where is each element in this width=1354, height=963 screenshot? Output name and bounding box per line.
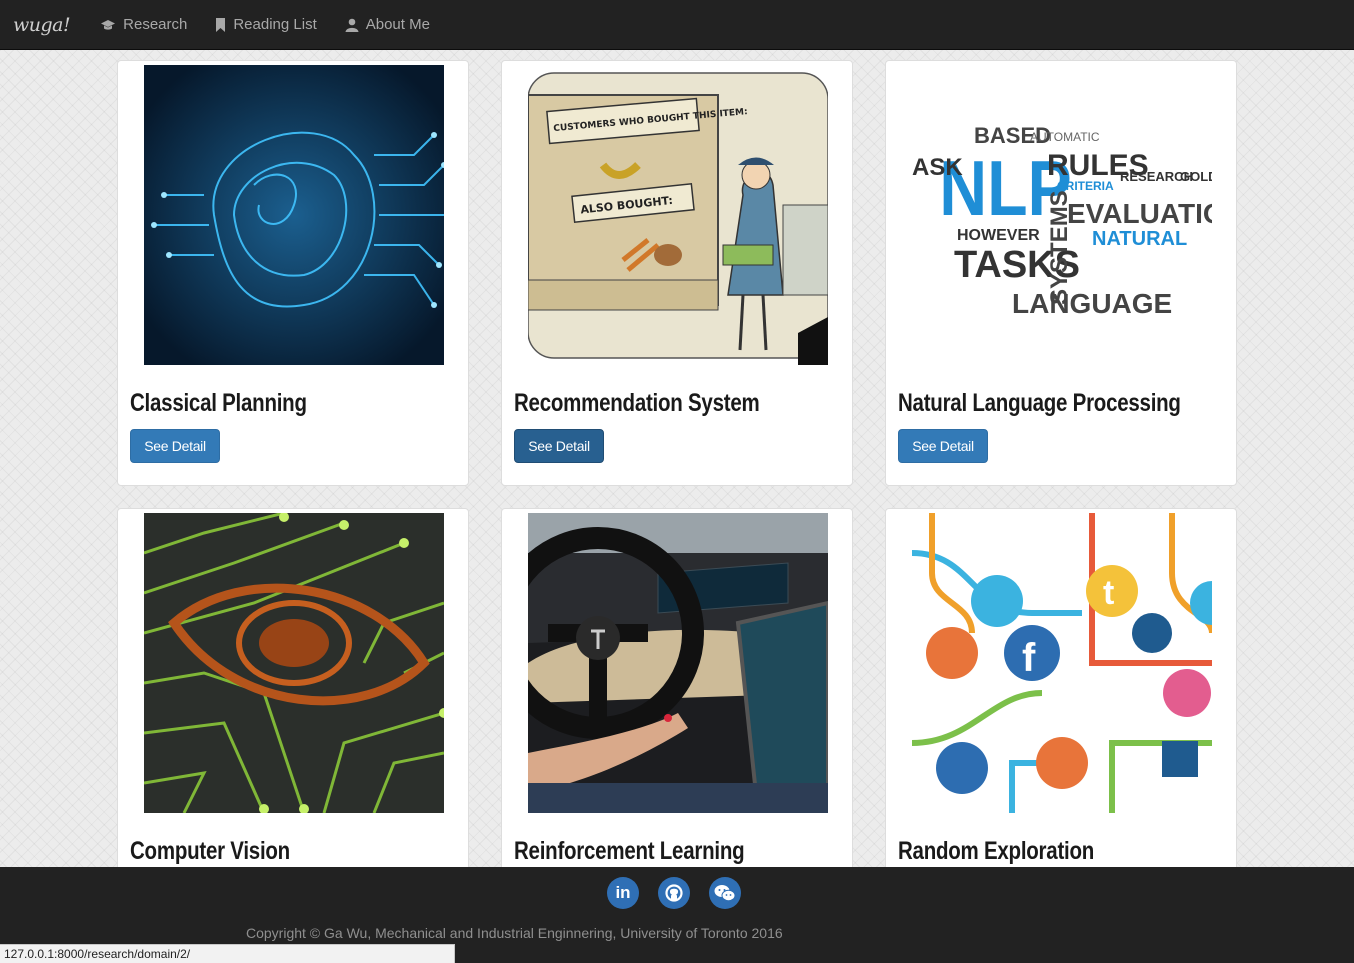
nav-item-reading-list[interactable]: Reading List: [215, 16, 317, 33]
brand-logo[interactable]: wuga!: [13, 14, 71, 36]
nav-item-label: Research: [123, 16, 188, 33]
bookmark-icon: [216, 17, 226, 32]
nav-item-label: About Me: [365, 16, 430, 33]
card-title: Random Exploration: [898, 837, 1095, 865]
nav-item-research[interactable]: Research: [100, 16, 187, 33]
nav-item-about-me[interactable]: About Me: [345, 16, 430, 33]
eye-circuit-image[interactable]: [144, 513, 444, 813]
wechat-icon[interactable]: [709, 877, 741, 909]
graduation-cap-icon: [101, 19, 116, 30]
cartoon-image[interactable]: CUSTOMERS WHO BOUGHT THIS ITEM: ALSO BOU…: [528, 65, 828, 365]
wechat-glyph: [714, 885, 736, 902]
word-cloud-word: EVALUATION: [1067, 198, 1212, 229]
word-cloud-word: AUTOMATIC: [1030, 130, 1100, 144]
self-driving-car-image[interactable]: [528, 513, 828, 813]
linkedin-icon[interactable]: in: [607, 877, 639, 909]
copyright-text: Copyright © Ga Wu, Mechanical and Indust…: [246, 925, 783, 941]
card-title: Computer Vision: [130, 837, 290, 865]
navbar: wuga! Research Reading List About Me: [0, 0, 1354, 50]
browser-status-url: 127.0.0.1:8000/research/domain/2/: [0, 944, 455, 963]
word-cloud-word: NATURAL: [1092, 228, 1187, 250]
nav-item-label: Reading List: [233, 16, 317, 33]
linkedin-glyph: in: [615, 883, 631, 902]
word-cloud-word: ASK: [912, 154, 963, 181]
see-detail-button[interactable]: See Detail: [514, 429, 604, 463]
github-glyph: [665, 884, 683, 902]
word-cloud-word: LANGUAGE: [1012, 288, 1172, 319]
github-icon[interactable]: [658, 877, 690, 909]
word-cloud-image[interactable]: NLP BASED AUTOMATIC RULES ASK CRITERIA E…: [912, 65, 1212, 365]
card-title: Natural Language Processing: [898, 389, 1181, 417]
word-cloud-word: HOWEVER: [957, 227, 1040, 244]
brain-circuit-image[interactable]: [144, 65, 444, 365]
card-title: Classical Planning: [130, 389, 307, 417]
research-card: NLP BASED AUTOMATIC RULES ASK CRITERIA E…: [885, 60, 1237, 486]
research-card: CUSTOMERS WHO BOUGHT THIS ITEM: ALSO BOU…: [501, 60, 853, 486]
card-title: Recommendation System: [514, 389, 760, 417]
facebook-glyph: f: [1022, 636, 1036, 680]
tumblr-glyph: t: [1103, 574, 1114, 612]
word-cloud-word: GOLD: [1180, 169, 1212, 184]
see-detail-button[interactable]: See Detail: [130, 429, 220, 463]
see-detail-button[interactable]: See Detail: [898, 429, 988, 463]
research-card: Classical Planning See Detail: [117, 60, 469, 486]
user-icon: [345, 18, 359, 32]
social-icons-image[interactable]: t f: [912, 513, 1212, 813]
card-title: Reinforcement Learning: [514, 837, 745, 865]
